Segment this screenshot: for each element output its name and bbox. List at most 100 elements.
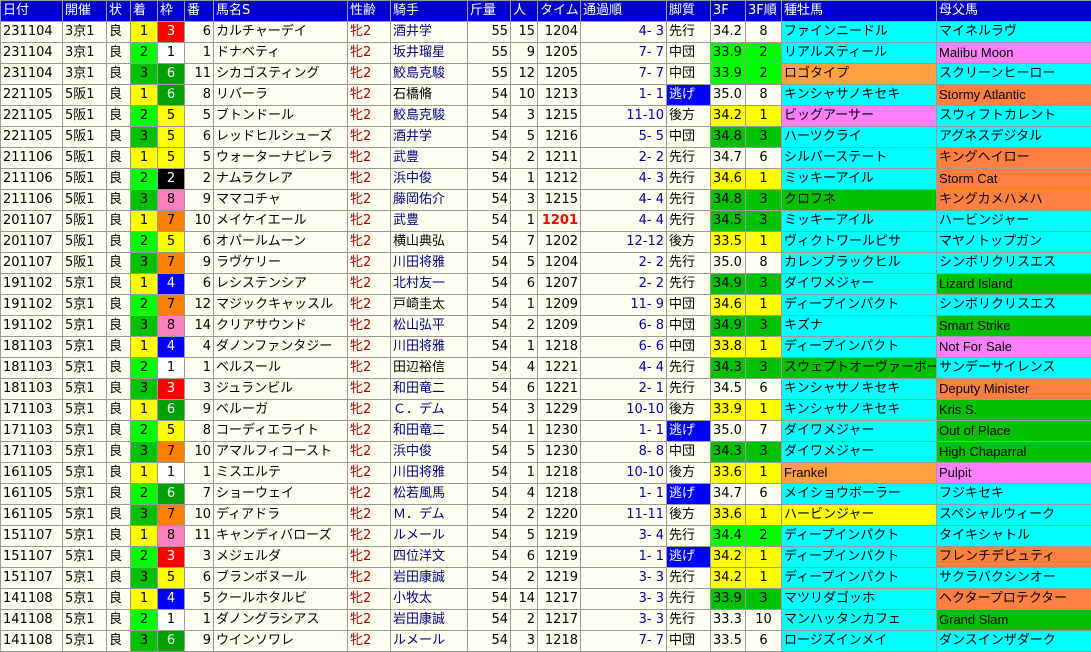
dam-sire-link[interactable]: マイネルラヴ	[937, 22, 1091, 43]
jockey-link[interactable]: ルメール	[391, 631, 468, 652]
dam-sire-link[interactable]: サクラバクシンオー	[937, 568, 1091, 589]
dam-sire-link[interactable]: サンデーサイレンス	[937, 358, 1091, 379]
dam-sire-link[interactable]: スクリーンヒーロー	[937, 64, 1091, 85]
jockey-link[interactable]: 藤岡佑介	[391, 190, 468, 211]
sire-link[interactable]: ダイワメジャー	[782, 421, 937, 442]
dam-sire-link[interactable]: Storm Cat	[937, 169, 1091, 190]
jockey-link[interactable]: 川田将雅	[391, 337, 468, 358]
horse-name-link[interactable]: オパールムーン	[214, 232, 348, 253]
sire-link[interactable]: ミッキーアイル	[782, 169, 937, 190]
horse-name-link[interactable]: ブランボヌール	[214, 568, 348, 589]
dam-sire-link[interactable]: ハービンジャー	[937, 211, 1091, 232]
dam-sire-link[interactable]: キングカメハメハ	[937, 190, 1091, 211]
horse-name-link[interactable]: ベルーガ	[214, 400, 348, 421]
dam-sire-link[interactable]: ダンスインザダーク	[937, 631, 1091, 652]
horse-name-link[interactable]: クールホタルビ	[214, 589, 348, 610]
jockey-link[interactable]: 浜中俊	[391, 442, 468, 463]
jockey-link[interactable]: 和田竜二	[391, 421, 468, 442]
dam-sire-link[interactable]: ヘクタープロテクター	[937, 589, 1091, 610]
jockey-link[interactable]: 岩田康誠	[391, 568, 468, 589]
horse-name-link[interactable]: レシステンシア	[214, 274, 348, 295]
jockey-link[interactable]: 酒井学	[391, 127, 468, 148]
sire-link[interactable]: マツリダゴッホ	[782, 589, 937, 610]
sire-link[interactable]: ヴィクトワールピサ	[782, 232, 937, 253]
jockey-link[interactable]: 北村友一	[391, 274, 468, 295]
sire-link[interactable]: リアルスティール	[782, 43, 937, 64]
horse-name-link[interactable]: ウインソワレ	[214, 631, 348, 652]
horse-name-link[interactable]: ドナベティ	[214, 43, 348, 64]
jockey-link[interactable]: 鮫島克駿	[391, 64, 468, 85]
jockey-link[interactable]: 川田将雅	[391, 253, 468, 274]
horse-name-link[interactable]: ナムラクレア	[214, 169, 348, 190]
sire-link[interactable]: ディープインパクト	[782, 547, 937, 568]
sire-link[interactable]: メイショウボーラー	[782, 484, 937, 505]
sire-link[interactable]: ロゴタイプ	[782, 64, 937, 85]
dam-sire-link[interactable]: Kris S.	[937, 400, 1091, 421]
jockey-link[interactable]: 松若風馬	[391, 484, 468, 505]
horse-name-link[interactable]: マジックキャッスル	[214, 295, 348, 316]
horse-name-link[interactable]: ウォーターナビレラ	[214, 148, 348, 169]
jockey-link[interactable]: 岩田康誠	[391, 610, 468, 631]
horse-name-link[interactable]: レッドヒルシューズ	[214, 127, 348, 148]
sire-link[interactable]: キンシャサノキセキ	[782, 85, 937, 106]
dam-sire-link[interactable]: スウィフトカレント	[937, 106, 1091, 127]
sire-link[interactable]: ミッキーアイル	[782, 211, 937, 232]
horse-name-link[interactable]: アマルフィコースト	[214, 442, 348, 463]
dam-sire-link[interactable]: フレンチデピュティ	[937, 547, 1091, 568]
dam-sire-link[interactable]: シンボリクリスエス	[937, 253, 1091, 274]
dam-sire-link[interactable]: タイキシャトル	[937, 526, 1091, 547]
horse-name-link[interactable]: ベルスール	[214, 358, 348, 379]
horse-name-link[interactable]: ダノングラシアス	[214, 610, 348, 631]
dam-sire-link[interactable]: Out of Place	[937, 421, 1091, 442]
sire-link[interactable]: スウェプトオーヴァーボード	[782, 358, 937, 379]
jockey-link[interactable]: 鮫島克駿	[391, 106, 468, 127]
jockey-link[interactable]: Ｃ．デム	[391, 400, 468, 421]
dam-sire-link[interactable]: アグネスデジタル	[937, 127, 1091, 148]
horse-name-link[interactable]: キャンディバローズ	[214, 526, 348, 547]
jockey-link[interactable]: 小牧太	[391, 589, 468, 610]
horse-name-link[interactable]: ショーウェイ	[214, 484, 348, 505]
horse-name-link[interactable]: リバーラ	[214, 85, 348, 106]
sire-link[interactable]: ディープインパクト	[782, 568, 937, 589]
dam-sire-link[interactable]: High Chaparral	[937, 442, 1091, 463]
horse-name-link[interactable]: シカゴスティング	[214, 64, 348, 85]
sire-link[interactable]: ディープインパクト	[782, 337, 937, 358]
horse-name-link[interactable]: メジェルダ	[214, 547, 348, 568]
dam-sire-link[interactable]: マヤノトップガン	[937, 232, 1091, 253]
sire-link[interactable]: クロフネ	[782, 190, 937, 211]
horse-name-link[interactable]: ママコチャ	[214, 190, 348, 211]
sire-link[interactable]: カレンブラックヒル	[782, 253, 937, 274]
horse-name-link[interactable]: ラヴケリー	[214, 253, 348, 274]
dam-sire-link[interactable]: シンボリクリスエス	[937, 295, 1091, 316]
horse-name-link[interactable]: ダノンファンタジー	[214, 337, 348, 358]
jockey-link[interactable]: 武豊	[391, 211, 468, 232]
sire-link[interactable]: キズナ	[782, 316, 937, 337]
dam-sire-link[interactable]: Grand Slam	[937, 610, 1091, 631]
sire-link[interactable]: ディープインパクト	[782, 526, 937, 547]
jockey-link[interactable]: Ｍ．デム	[391, 505, 468, 526]
sire-link[interactable]: ダイワメジャー	[782, 274, 937, 295]
dam-sire-link[interactable]: Lizard Island	[937, 274, 1091, 295]
horse-name-link[interactable]: クリアサウンド	[214, 316, 348, 337]
sire-link[interactable]: ハービンジャー	[782, 505, 937, 526]
dam-sire-link[interactable]: Stormy Atlantic	[937, 85, 1091, 106]
sire-link[interactable]: ダイワメジャー	[782, 442, 937, 463]
horse-name-link[interactable]: ディアドラ	[214, 505, 348, 526]
sire-link[interactable]: ビッグアーサー	[782, 106, 937, 127]
sire-link[interactable]: シルバーステート	[782, 148, 937, 169]
dam-sire-link[interactable]: Smart Strike	[937, 316, 1091, 337]
jockey-link[interactable]: 和田竜二	[391, 379, 468, 400]
dam-sire-link[interactable]: Malibu Moon	[937, 43, 1091, 64]
sire-link[interactable]: キンシャサノキセキ	[782, 400, 937, 421]
jockey-link[interactable]: 川田将雅	[391, 463, 468, 484]
horse-name-link[interactable]: ジュランビル	[214, 379, 348, 400]
horse-name-link[interactable]: ブトンドール	[214, 106, 348, 127]
sire-link[interactable]: ハーツクライ	[782, 127, 937, 148]
sire-link[interactable]: マンハッタンカフェ	[782, 610, 937, 631]
jockey-link[interactable]: 四位洋文	[391, 547, 468, 568]
dam-sire-link[interactable]: Pulpit	[937, 463, 1091, 484]
sire-link[interactable]: ファインニードル	[782, 22, 937, 43]
horse-name-link[interactable]: メイケイエール	[214, 211, 348, 232]
dam-sire-link[interactable]: キングヘイロー	[937, 148, 1091, 169]
jockey-link[interactable]: 坂井瑠星	[391, 43, 468, 64]
